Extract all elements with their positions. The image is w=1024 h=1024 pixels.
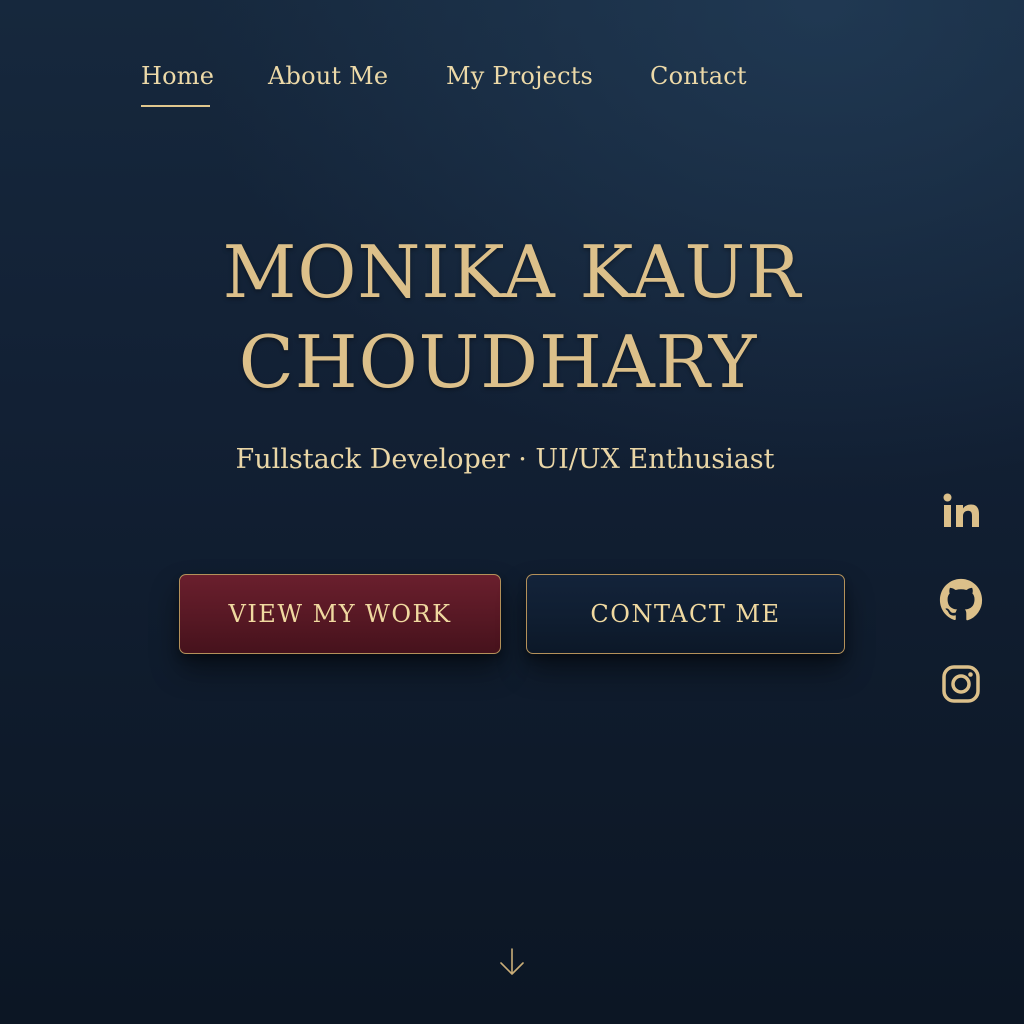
arrow-down-icon[interactable] xyxy=(498,946,526,978)
main-nav: Home About Me My Projects Contact xyxy=(0,62,1024,112)
nav-item-about-me[interactable]: About Me xyxy=(268,62,388,90)
view-my-work-button[interactable]: VIEW MY WORK xyxy=(179,574,501,654)
contact-me-button[interactable]: CONTACT ME xyxy=(526,574,845,654)
linkedin-icon[interactable] xyxy=(938,488,984,534)
contact-me-label: CONTACT ME xyxy=(590,600,781,628)
hero-name-second-line: CHOUDHARY xyxy=(238,320,758,404)
github-icon[interactable] xyxy=(938,577,984,623)
view-my-work-label: VIEW MY WORK xyxy=(228,600,452,628)
nav-item-contact[interactable]: Contact xyxy=(650,62,747,90)
nav-item-my-projects[interactable]: My Projects xyxy=(446,62,593,90)
instagram-icon[interactable] xyxy=(938,661,984,707)
hero-subtitle: Fullstack Developer · UI/UX Enthusiast xyxy=(235,444,775,475)
nav-item-home[interactable]: Home xyxy=(141,62,214,90)
hero-name-first-line: MONIKA KAUR xyxy=(222,230,802,314)
nav-active-underline xyxy=(141,105,210,107)
